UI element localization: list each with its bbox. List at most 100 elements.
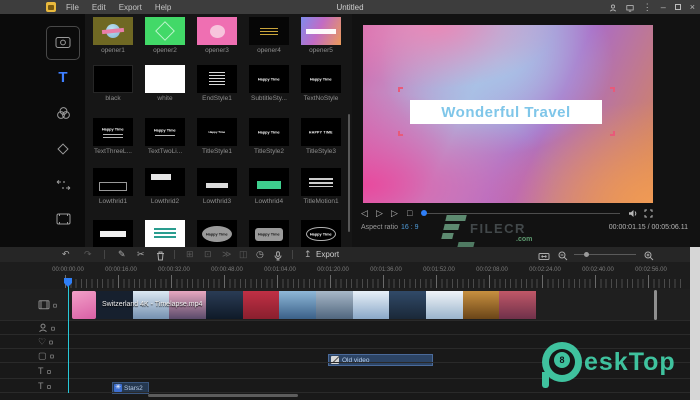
- template-thumb: [197, 65, 237, 93]
- lock-icon[interactable]: [49, 354, 54, 359]
- aspect-ratio-value[interactable]: 16 : 9: [401, 224, 419, 231]
- redo-button[interactable]: ↷: [84, 247, 92, 262]
- template-item[interactable]: white: [145, 65, 185, 102]
- vertical-scrollbar[interactable]: [654, 290, 657, 320]
- delete-button[interactable]: [156, 247, 165, 262]
- video-track[interactable]: Switzerland 4K - Timelapse.mp4: [0, 289, 690, 321]
- maximize-button[interactable]: [674, 4, 681, 10]
- template-item[interactable]: TitleMotion1: [301, 168, 341, 205]
- volume-icon[interactable]: [628, 207, 638, 219]
- seek-bar[interactable]: [424, 213, 620, 214]
- sidebar-item-filters[interactable]: [46, 100, 80, 126]
- lock-icon[interactable]: [53, 303, 57, 308]
- template-thumb: Happy Time: [145, 118, 185, 146]
- record-voiceover-button[interactable]: [274, 247, 282, 262]
- template-item[interactable]: opener1: [93, 17, 133, 54]
- template-item[interactable]: Happy Time TextThreeL...: [93, 118, 133, 155]
- fit-timeline-icon[interactable]: [538, 247, 550, 262]
- selection-handle[interactable]: [398, 131, 403, 136]
- step-back-button[interactable]: ◁: [361, 207, 368, 219]
- text-track-1[interactable]: T T: [0, 363, 690, 379]
- element-track[interactable]: ▢: [0, 349, 690, 363]
- split-button[interactable]: ✂: [137, 247, 145, 262]
- freeze-frame-button[interactable]: ◫: [239, 247, 248, 262]
- template-item[interactable]: opener4: [249, 17, 289, 54]
- lock-icon[interactable]: [51, 326, 55, 331]
- template-item[interactable]: [145, 220, 185, 247]
- sidebar-item-text[interactable]: T: [46, 64, 80, 90]
- opener-clip[interactable]: [72, 291, 96, 319]
- template-item[interactable]: Happy Time: [197, 220, 237, 247]
- sidebar-item-media[interactable]: [46, 26, 80, 60]
- selection-handle[interactable]: [610, 131, 615, 136]
- template-thumb: Happy Time: [301, 65, 341, 93]
- thumb-text: Happy Time: [208, 130, 226, 134]
- duration-button[interactable]: ◷: [256, 247, 264, 262]
- template-label: TitleStyle3: [305, 148, 337, 155]
- play-button[interactable]: ▷: [376, 207, 383, 219]
- template-label: opener1: [101, 47, 125, 54]
- template-item[interactable]: opener2: [145, 17, 185, 54]
- selection-handle[interactable]: [398, 87, 403, 92]
- zoom-slider-handle[interactable]: [584, 252, 589, 257]
- export-icon[interactable]: ↥: [304, 247, 312, 262]
- more-menu-icon[interactable]: ⋮: [643, 2, 652, 13]
- edit-button[interactable]: ✎: [118, 247, 126, 262]
- crop-button[interactable]: ⊞: [186, 247, 194, 262]
- export-button[interactable]: Export: [316, 247, 339, 262]
- minimize-button[interactable]: –: [661, 2, 666, 12]
- template-item[interactable]: Lowthrid1: [93, 168, 133, 205]
- account-icon[interactable]: [609, 2, 617, 12]
- zoom-in-icon[interactable]: [644, 247, 654, 262]
- template-item[interactable]: black: [93, 65, 133, 102]
- template-item[interactable]: Lowthrid4: [249, 168, 289, 205]
- timeline-ruler[interactable]: 00:00:00.00 00:00:16.00 00:00:32.00 00:0…: [0, 262, 690, 289]
- template-item[interactable]: EndStyle1: [197, 65, 237, 102]
- template-item[interactable]: Happy Time: [301, 220, 341, 247]
- undo-button[interactable]: ↶: [62, 247, 70, 262]
- lock-icon[interactable]: [49, 340, 54, 345]
- template-label: Lowthrid1: [98, 198, 128, 205]
- template-item[interactable]: Happy Time: [249, 220, 289, 247]
- ruler-tick-label: 00:02:08.00: [476, 267, 508, 273]
- seek-handle[interactable]: [421, 210, 427, 216]
- close-button[interactable]: ×: [690, 2, 695, 12]
- template-item[interactable]: Lowthrid3: [197, 168, 237, 205]
- template-item[interactable]: HAPPY TIME TitleStyle3: [301, 118, 341, 155]
- horizontal-scrollbar[interactable]: [148, 394, 298, 397]
- filter-track[interactable]: ♡ ✳ Stars2: [0, 335, 690, 394]
- template-item[interactable]: [93, 220, 133, 247]
- timeline-zoom-slider[interactable]: [574, 252, 636, 257]
- selection-handle[interactable]: [610, 87, 615, 92]
- lock-icon[interactable]: [46, 369, 51, 374]
- lock-icon[interactable]: [46, 384, 51, 389]
- template-item[interactable]: Happy Time TitleStyle2: [249, 118, 289, 155]
- template-label: TextThreeL...: [94, 148, 132, 155]
- template-item[interactable]: Happy Time TitleStyle1: [197, 118, 237, 155]
- preview-canvas[interactable]: Wonderful Travel: [363, 25, 653, 203]
- sidebar-item-transitions[interactable]: [46, 136, 80, 162]
- sidebar-item-split-mode[interactable]: [46, 172, 80, 198]
- pip-track[interactable]: Old video: [0, 321, 690, 366]
- template-item[interactable]: Happy Time TextNoStyle: [301, 65, 341, 102]
- template-item[interactable]: Happy Time SubtitleSty...: [249, 65, 289, 102]
- template-item[interactable]: opener5: [301, 17, 341, 54]
- text-track-2[interactable]: T: [0, 379, 690, 393]
- template-scrollbar[interactable]: [348, 114, 350, 232]
- selected-text-element[interactable]: Wonderful Travel: [410, 100, 602, 124]
- stop-button[interactable]: □: [407, 207, 412, 219]
- fullscreen-icon[interactable]: [644, 207, 653, 219]
- sidebar-item-elements[interactable]: [46, 206, 80, 232]
- feedback-icon[interactable]: [626, 2, 634, 12]
- template-label: SubtitleSty...: [250, 95, 287, 102]
- playhead-line[interactable]: [68, 278, 69, 393]
- template-item[interactable]: opener3: [197, 17, 237, 54]
- template-item[interactable]: Lowthrid2: [145, 168, 185, 205]
- template-thumb: Happy Time: [249, 65, 289, 93]
- video-clip[interactable]: Switzerland 4K - Timelapse.mp4: [96, 291, 536, 319]
- step-forward-button[interactable]: ▷: [391, 207, 398, 219]
- template-item[interactable]: Happy Time TextTwoLi...: [145, 118, 185, 155]
- speed-button[interactable]: ≫: [222, 247, 231, 262]
- zoom-tool-button[interactable]: ⊡: [204, 247, 212, 262]
- zoom-out-icon[interactable]: [558, 247, 568, 262]
